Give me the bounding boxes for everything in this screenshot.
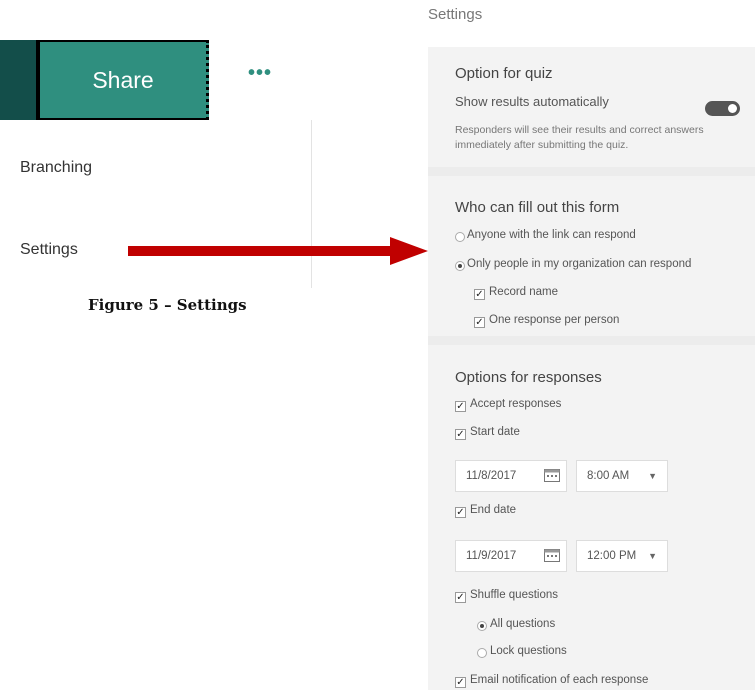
one-response-label: One response per person <box>489 314 620 326</box>
end-time-select[interactable]: 12:00 PM ▼ <box>576 540 668 572</box>
accept-responses-checkbox[interactable]: ✓ <box>455 401 466 412</box>
show-results-label: Show results automatically <box>455 94 609 109</box>
calendar-icon[interactable] <box>544 468 560 482</box>
quiz-options-title: Option for quiz <box>455 65 553 82</box>
menu-item-branching[interactable]: Branching <box>20 159 92 177</box>
all-questions-label: All questions <box>490 618 556 630</box>
show-results-toggle[interactable] <box>705 101 740 116</box>
email-notification-checkbox[interactable]: ✓ <box>455 677 466 688</box>
more-options-button[interactable]: ••• <box>248 62 272 85</box>
quiz-options-card: Option for quiz Show results automatical… <box>428 47 755 167</box>
end-time-value: 12:00 PM <box>587 550 637 562</box>
figure-caption: Figure 5 – Settings <box>88 296 247 314</box>
start-date-checkbox[interactable]: ✓ <box>455 429 466 440</box>
header-dark-strip <box>0 40 36 120</box>
chevron-down-icon: ▼ <box>648 551 657 561</box>
response-options-card: Options for responses ✓ Accept responses… <box>428 345 755 690</box>
response-options-title: Options for responses <box>455 369 602 386</box>
start-date-label: Start date <box>470 426 520 438</box>
start-time-select[interactable]: 8:00 AM ▼ <box>576 460 668 492</box>
chevron-down-icon: ▼ <box>648 471 657 481</box>
one-response-checkbox[interactable]: ✓ <box>474 317 485 328</box>
share-button[interactable]: Share <box>36 40 209 120</box>
org-only-radio[interactable] <box>455 261 465 271</box>
email-notification-label: Email notification of each response <box>470 674 649 686</box>
lock-questions-label: Lock questions <box>490 645 567 657</box>
end-date-label: End date <box>470 504 517 516</box>
shuffle-questions-checkbox[interactable]: ✓ <box>455 592 466 603</box>
start-date-field[interactable]: 11/8/2017 <box>455 460 567 492</box>
end-date-value: 11/9/2017 <box>466 550 517 562</box>
org-only-radio-label: Only people in my organization can respo… <box>467 258 692 270</box>
all-questions-radio[interactable] <box>477 621 487 631</box>
anyone-radio-label: Anyone with the link can respond <box>467 229 636 241</box>
settings-title: Settings <box>428 6 483 23</box>
end-date-field[interactable]: 11/9/2017 <box>455 540 567 572</box>
record-name-checkbox[interactable]: ✓ <box>474 289 485 300</box>
who-can-fill-card: Who can fill out this form Anyone with t… <box>428 176 755 336</box>
who-can-fill-title: Who can fill out this form <box>455 199 620 216</box>
start-time-value: 8:00 AM <box>587 470 630 482</box>
lock-questions-radio[interactable] <box>477 648 487 658</box>
anyone-radio[interactable] <box>455 232 465 242</box>
shuffle-questions-label: Shuffle questions <box>470 589 559 601</box>
end-date-checkbox[interactable]: ✓ <box>455 507 466 518</box>
calendar-icon[interactable] <box>544 548 560 562</box>
start-date-value: 11/8/2017 <box>466 470 517 482</box>
record-name-label: Record name <box>489 286 559 298</box>
settings-panel: Option for quiz Show results automatical… <box>428 47 755 690</box>
accept-responses-label: Accept responses <box>470 398 562 410</box>
pointer-arrow-icon <box>128 237 428 265</box>
menu-item-settings[interactable]: Settings <box>20 241 78 259</box>
show-results-description: Responders will see their results and co… <box>455 124 704 151</box>
